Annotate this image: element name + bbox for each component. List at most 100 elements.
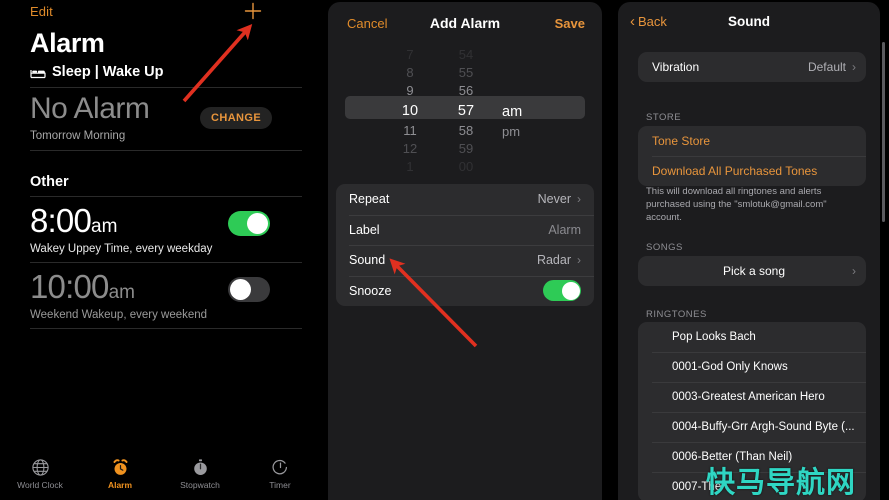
toggle-knob — [230, 279, 251, 300]
option-row-repeat[interactable]: Repeat Never › — [336, 184, 594, 215]
option-row-label[interactable]: Label Alarm — [336, 214, 594, 246]
snooze-toggle[interactable] — [543, 280, 581, 302]
picker-item[interactable]: 7 — [384, 46, 436, 64]
list-item[interactable]: 0004-Buffy-Grr Argh-Sound Byte (... — [638, 412, 866, 442]
sleep-alarm-subtitle: Tomorrow Morning — [30, 130, 126, 142]
add-alarm-panel: Cancel Add Alarm Save 7 8 9 10 11 12 1 5… — [320, 0, 610, 500]
picker-spacer — [496, 64, 548, 82]
ringtones-group-header: RINGTONES — [646, 309, 707, 320]
list-item[interactable]: Pop Looks Bach — [638, 322, 866, 352]
left-topbar: Edit — [0, 0, 320, 28]
picker-item[interactable]: 54 — [440, 46, 492, 64]
store-footer-note: This will download all ringtones and ale… — [646, 186, 827, 223]
tab-stopwatch[interactable]: Stopwatch — [160, 458, 240, 490]
divider — [30, 150, 302, 151]
vibration-value: Default — [807, 60, 846, 74]
alarm-description: Wakey Uppey Time, every weekday — [30, 243, 213, 255]
tab-alarm[interactable]: Alarm — [80, 458, 160, 490]
picker-item[interactable]: 9 — [384, 82, 436, 100]
alarm-toggle[interactable] — [228, 277, 270, 302]
list-item[interactable]: 0003-Greatest American Hero — [638, 382, 866, 412]
vibration-row[interactable]: Vibration Default › — [638, 52, 866, 82]
ringtone-label: 0001-God Only Knows — [672, 361, 788, 373]
option-row-snooze[interactable]: Snooze — [336, 275, 594, 307]
add-alarm-sheet: Cancel Add Alarm Save 7 8 9 10 11 12 1 5… — [328, 2, 602, 500]
sleep-wake-label: Sleep | Wake Up — [52, 64, 164, 80]
sleep-alarm-time: No Alarm — [30, 92, 150, 125]
plus-icon[interactable] — [244, 2, 262, 20]
picker-spacer — [496, 46, 548, 64]
picker-item[interactable]: pm — [496, 123, 548, 141]
sound-navbar: ‹ Back Sound — [618, 2, 880, 42]
tab-world-clock[interactable]: World Clock — [0, 458, 80, 490]
picker-item[interactable]: 55 — [440, 64, 492, 82]
chevron-right-icon: › — [852, 60, 856, 74]
store-card: Tone Store Download All Purchased Tones — [638, 126, 866, 186]
download-purchased-tones-label: Download All Purchased Tones — [652, 164, 818, 178]
picker-spacer — [496, 82, 548, 100]
ringtone-label: 0003-Greatest American Hero — [672, 391, 825, 403]
alarm-time: 10:00am — [30, 268, 135, 305]
alarm-clock-icon — [111, 458, 130, 477]
picker-item[interactable]: 56 — [440, 82, 492, 100]
vibration-card: Vibration Default › — [638, 52, 866, 82]
picker-item[interactable]: 1 — [384, 158, 436, 176]
chevron-right-icon: › — [577, 253, 581, 268]
list-item[interactable]: 0001-God Only Knows — [638, 352, 866, 382]
bottom-tab-bar: World Clock Alarm Stopwatch Timer — [0, 448, 320, 500]
option-row-sound[interactable]: Sound Radar › — [336, 245, 594, 276]
picker-item[interactable]: 00 — [440, 158, 492, 176]
page-title: Alarm — [30, 28, 105, 58]
time-picker[interactable]: 7 8 9 10 11 12 1 54 55 56 57 58 59 00 am… — [336, 46, 594, 176]
alarm-toggle[interactable] — [228, 211, 270, 236]
pick-a-song-row[interactable]: Pick a song › — [638, 256, 866, 286]
picker-item[interactable]: 58 — [440, 122, 492, 140]
picker-item-selected[interactable]: 10 — [384, 100, 436, 122]
change-button[interactable]: CHANGE — [200, 107, 273, 129]
meridiem-picker-column[interactable]: am pm — [496, 46, 548, 176]
tab-label: Alarm — [107, 480, 133, 490]
picker-item[interactable]: 8 — [384, 64, 436, 82]
save-button[interactable]: Save — [555, 16, 585, 31]
divider — [30, 87, 302, 88]
other-section-header: Other — [30, 174, 69, 190]
minute-picker-column[interactable]: 54 55 56 57 58 59 00 — [440, 46, 492, 176]
stopwatch-icon — [191, 458, 210, 477]
ringtone-label: Pop Looks Bach — [672, 331, 756, 343]
tab-label: Stopwatch — [180, 480, 220, 490]
pick-a-song-label: Pick a song — [722, 264, 786, 278]
sleep-alarm-row[interactable]: No Alarm Tomorrow Morning CHANGE — [0, 92, 320, 148]
tab-timer[interactable]: Timer — [240, 458, 320, 490]
add-alarm-navbar: Cancel Add Alarm Save — [328, 2, 602, 44]
hour-picker-column[interactable]: 7 8 9 10 11 12 1 — [384, 46, 436, 176]
picker-item-selected[interactable]: am — [496, 100, 548, 123]
ringtone-label: 0004-Buffy-Grr Argh-Sound Byte (... — [672, 421, 855, 433]
vertical-scrollbar[interactable] — [882, 42, 885, 222]
songs-card: Pick a song › — [638, 256, 866, 286]
picker-item[interactable]: 11 — [384, 122, 436, 140]
divider — [30, 196, 302, 197]
chevron-right-icon: › — [577, 192, 581, 207]
option-label: Label — [349, 222, 380, 237]
tab-label: Timer — [269, 480, 291, 490]
sound-panel: ‹ Back Sound Vibration Default › STORE T… — [610, 0, 889, 500]
picker-item-selected[interactable]: 57 — [440, 100, 492, 122]
download-purchased-tones-row[interactable]: Download All Purchased Tones — [638, 156, 866, 186]
picker-item[interactable]: 12 — [384, 140, 436, 158]
tone-store-row[interactable]: Tone Store — [638, 126, 866, 156]
watermark: 快马导航网 — [706, 465, 857, 499]
alarm-options-card: Repeat Never › Label Alarm Sound Radar ›… — [336, 184, 594, 306]
timer-icon — [271, 458, 290, 477]
picker-item[interactable]: 59 — [440, 140, 492, 158]
toggle-knob — [247, 213, 268, 234]
other-label: Other — [30, 174, 69, 190]
screenshot-root: Edit Alarm Sleep | Wake Up No Alarm Tomo… — [0, 0, 889, 500]
bed-icon — [30, 67, 46, 78]
alarm-meridiem: am — [108, 282, 135, 303]
divider — [30, 328, 302, 329]
alarm-meridiem: am — [91, 216, 118, 237]
tab-label: World Clock — [17, 480, 63, 490]
store-group-header: STORE — [646, 112, 682, 123]
option-value: Radar — [536, 253, 571, 268]
edit-button[interactable]: Edit — [30, 4, 53, 19]
